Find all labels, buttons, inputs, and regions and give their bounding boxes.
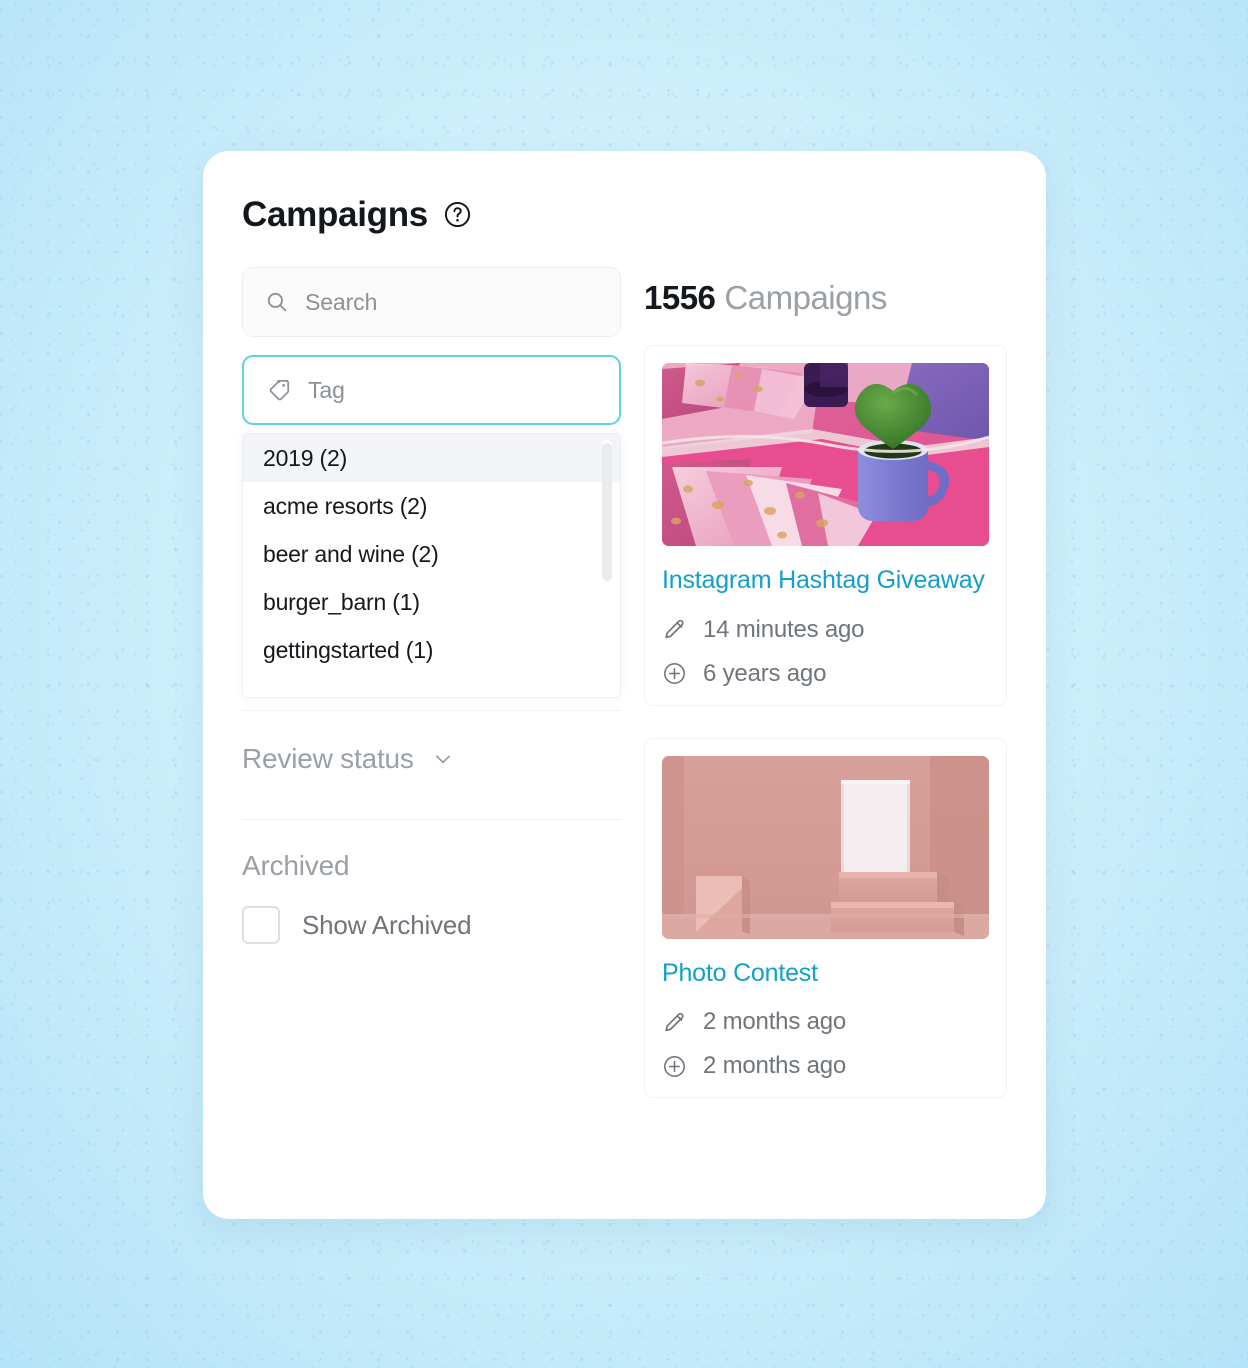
dropdown-scrollbar[interactable] bbox=[602, 440, 612, 692]
plus-circle-icon bbox=[664, 1055, 685, 1077]
tag-options-list: 2019 (2) acme resorts (2) beer and wine … bbox=[243, 434, 620, 674]
pencil-icon bbox=[665, 619, 684, 639]
tag-placeholder: Tag bbox=[308, 376, 345, 403]
campaign-card[interactable]: Photo Contest 2 months ago 2 months ago bbox=[644, 737, 1007, 1098]
campaign-card[interactable]: Instagram Hashtag Giveaway 14 minutes ag… bbox=[644, 345, 1007, 706]
page-title: Campaigns bbox=[242, 195, 428, 234]
show-archived-label: Show Archived bbox=[302, 909, 472, 940]
archived-label: Archived bbox=[242, 850, 350, 881]
campaign-edited-row: 2 months ago bbox=[662, 1008, 989, 1036]
tag-options-dropdown[interactable]: 2019 (2) acme resorts (2) beer and wine … bbox=[242, 433, 621, 698]
question-circle-icon[interactable] bbox=[444, 201, 471, 228]
dropdown-scrollbar-thumb[interactable] bbox=[602, 443, 612, 581]
campaign-thumbnail bbox=[662, 755, 989, 939]
tag-option[interactable]: beer and wine (2) bbox=[243, 530, 620, 578]
archived-section-header: Archived bbox=[242, 820, 621, 912]
campaign-created-time: 2 months ago bbox=[703, 1052, 847, 1079]
search-input[interactable]: Search bbox=[242, 267, 621, 337]
campaign-title[interactable]: Instagram Hashtag Giveaway bbox=[662, 562, 989, 600]
campaign-created-time: 6 years ago bbox=[703, 659, 827, 687]
campaign-created-row: 6 years ago bbox=[662, 660, 989, 688]
campaign-thumbnail bbox=[662, 363, 989, 546]
filters-column: Search Tag 2019 (2) acme resorts (2) bee… bbox=[242, 267, 621, 944]
campaign-edited-row: 14 minutes ago bbox=[662, 616, 989, 644]
tag-icon bbox=[269, 380, 290, 401]
tag-option[interactable]: burger_barn (1) bbox=[243, 578, 620, 626]
search-icon bbox=[267, 292, 287, 312]
show-archived-row[interactable]: Show Archived bbox=[242, 906, 621, 944]
campaigns-panel: Campaigns Search Tag 2019 (2) acme resor… bbox=[203, 151, 1046, 1219]
pencil-icon bbox=[665, 1012, 684, 1031]
results-count-label: Campaigns bbox=[724, 279, 887, 316]
campaign-edited-time: 2 months ago bbox=[703, 1008, 847, 1035]
tag-option[interactable]: acme resorts (2) bbox=[243, 482, 620, 530]
show-archived-checkbox[interactable] bbox=[242, 906, 280, 944]
tag-option[interactable]: gettingstarted (1) bbox=[243, 626, 620, 674]
campaign-created-row: 2 months ago bbox=[662, 1052, 989, 1080]
campaign-edited-time: 14 minutes ago bbox=[703, 615, 865, 643]
tag-input[interactable]: Tag bbox=[242, 355, 621, 425]
results-count: 1556 bbox=[644, 279, 716, 316]
plus-circle-icon bbox=[664, 663, 685, 684]
chevron-down-icon[interactable] bbox=[430, 746, 456, 772]
results-column: 1556 Campaigns Instagram Hashtag Giveawa… bbox=[644, 279, 1007, 1130]
tag-option[interactable]: 2019 (2) bbox=[243, 434, 620, 482]
search-placeholder: Search bbox=[305, 288, 378, 315]
panel-header: Campaigns bbox=[242, 197, 471, 232]
review-status-label: Review status bbox=[242, 743, 414, 774]
results-count-header: 1556 Campaigns bbox=[644, 279, 1007, 317]
campaign-title[interactable]: Photo Contest bbox=[662, 955, 989, 993]
review-status-section[interactable]: Review status bbox=[242, 711, 621, 807]
